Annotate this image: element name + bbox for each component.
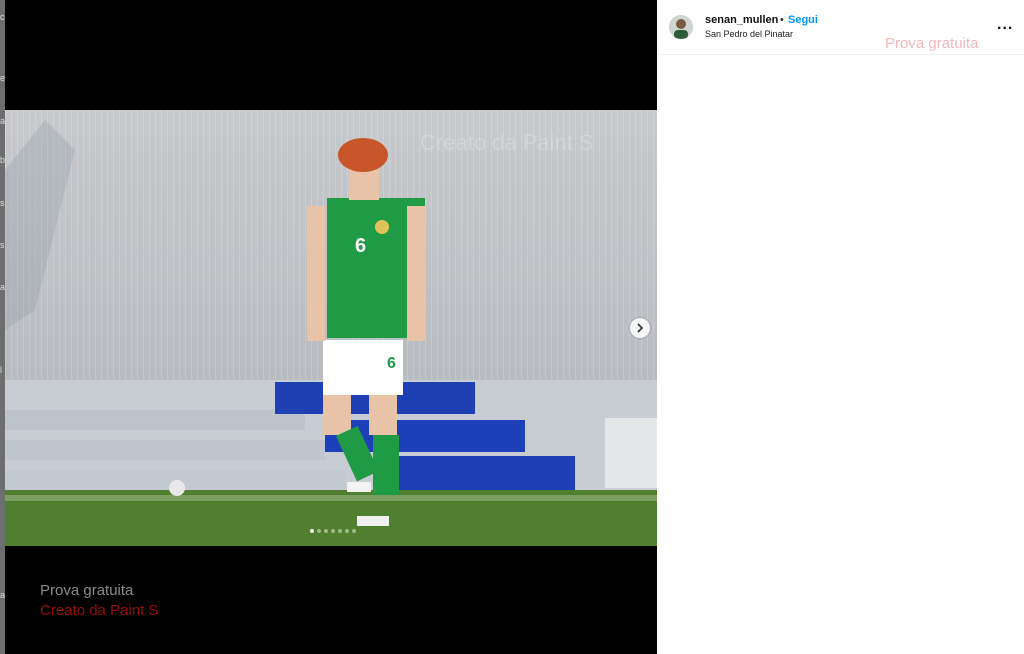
- carousel-dot: [324, 529, 328, 533]
- background-text-fragment: l: [0, 365, 2, 375]
- header-separator: •: [780, 14, 784, 26]
- user-avatar-icon: [669, 15, 693, 39]
- carousel-dot: [352, 529, 356, 533]
- carousel-dot: [338, 529, 342, 533]
- more-options-button[interactable]: ...: [997, 16, 1013, 34]
- follow-button[interactable]: Segui: [788, 14, 818, 26]
- post-photo[interactable]: 6 6: [5, 110, 657, 546]
- avatar[interactable]: [669, 15, 693, 39]
- watermark-top: Creato da Paint S: [420, 130, 594, 155]
- shorts-number: 6: [387, 355, 396, 372]
- post-header: senan_mullen • Segui San Pedro del Pinat…: [657, 0, 1024, 55]
- watermark-sidebar: Prova gratuita: [885, 35, 979, 52]
- carousel-indicator: [310, 529, 356, 533]
- shirt-number: 6: [355, 235, 366, 257]
- post-media-viewer: 6 6 Creato da Paint S Prova gratuita Cre…: [5, 0, 657, 654]
- football-player-image: 6 6: [5, 110, 657, 546]
- watermark-created-by: Creato da Paint S: [40, 602, 159, 619]
- carousel-dot: [345, 529, 349, 533]
- post-sidebar: senan_mullen • Segui San Pedro del Pinat…: [657, 0, 1024, 654]
- background-text-fragment: c: [0, 12, 5, 22]
- next-slide-button[interactable]: [630, 318, 650, 338]
- carousel-dot: [317, 529, 321, 533]
- chevron-right-icon: [637, 323, 644, 333]
- watermark-trial: Prova gratuita: [40, 582, 134, 599]
- username-link[interactable]: senan_mullen: [705, 14, 778, 26]
- carousel-dot: [331, 529, 335, 533]
- background-text-fragment: s: [0, 240, 5, 250]
- location-link[interactable]: San Pedro del Pinatar: [705, 29, 793, 39]
- carousel-dot: [310, 529, 314, 533]
- background-text-fragment: s: [0, 198, 5, 208]
